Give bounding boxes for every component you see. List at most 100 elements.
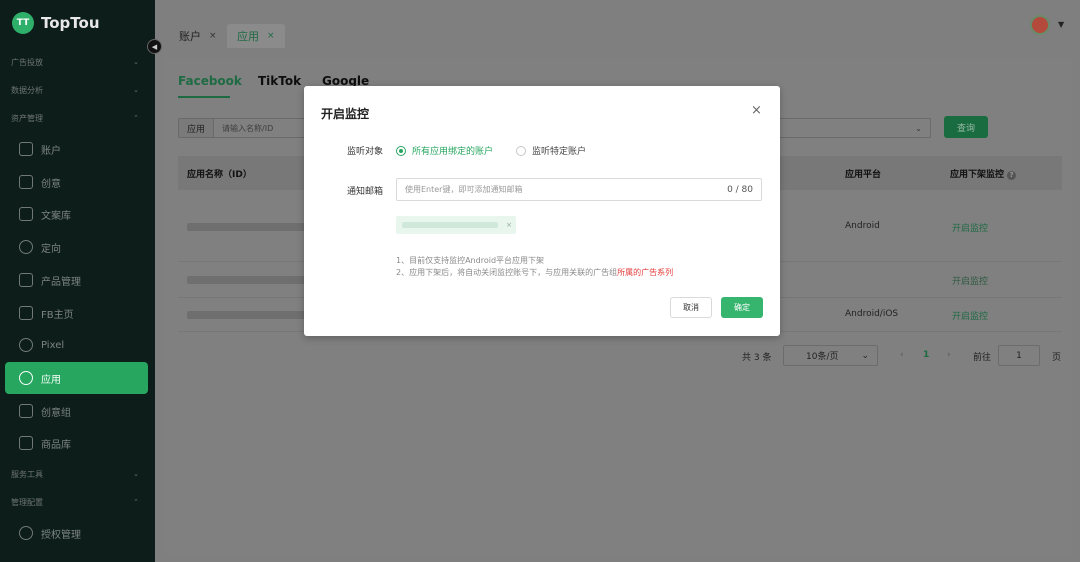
note-line: 1、目前仅支持监控Android平台应用下架 bbox=[396, 256, 545, 265]
menu-group-label: 资产管理 bbox=[11, 113, 43, 123]
email-placeholder: 使用Enter键，即可添加通知邮箱 bbox=[405, 185, 523, 194]
close-icon[interactable]: × bbox=[267, 31, 275, 41]
app-name-redacted bbox=[187, 311, 305, 319]
goto-page-input[interactable]: 1 bbox=[998, 345, 1040, 366]
logo-icon: TT bbox=[12, 12, 34, 34]
platform-tab-facebook[interactable]: Facebook bbox=[178, 74, 242, 88]
sidebar-item-label: 商品库 bbox=[41, 439, 71, 451]
radio-label: 监听特定账户 bbox=[532, 147, 587, 157]
tab-label: 账户 bbox=[179, 30, 201, 43]
sidebar-item-authorization[interactable]: 授权管理 bbox=[5, 517, 148, 549]
copy-library-icon bbox=[19, 207, 33, 221]
close-icon[interactable]: × bbox=[506, 221, 512, 229]
sidebar-collapse-button[interactable]: ◀ bbox=[147, 39, 162, 54]
query-button[interactable]: 查询 bbox=[944, 116, 988, 138]
sidebar-item-pixel[interactable]: Pixel bbox=[5, 329, 148, 361]
tab-label: 应用 bbox=[237, 30, 259, 43]
chevron-down-icon: ⌄ bbox=[133, 58, 139, 66]
sidebar-item-targeting[interactable]: 定向 bbox=[5, 231, 148, 263]
enable-monitor-dialog: 开启监控 × 监听对象 所有应用绑定的账户 监听特定账户 通知邮箱 使用Ente… bbox=[304, 86, 780, 336]
caret-down-icon[interactable]: ▼ bbox=[1058, 20, 1064, 29]
enable-monitor-link[interactable]: 开启监控 bbox=[952, 274, 988, 287]
sidebar-item-account[interactable]: 账户 bbox=[5, 133, 148, 165]
sidebar-item-label: 账户 bbox=[41, 145, 61, 157]
sidebar-item-creative-group[interactable]: 创意组 bbox=[5, 395, 148, 427]
tab-account[interactable]: 账户 × bbox=[169, 24, 227, 48]
active-tab-indicator bbox=[178, 96, 230, 98]
app-icon bbox=[19, 371, 33, 385]
targeting-icon bbox=[19, 240, 33, 254]
sidebar-item-product[interactable]: 产品管理 bbox=[5, 264, 148, 296]
sidebar-item-label: 创意 bbox=[41, 178, 61, 190]
account-icon bbox=[19, 142, 33, 156]
sidebar-item-label: 产品管理 bbox=[41, 276, 81, 288]
sidebar-item-creative[interactable]: 创意 bbox=[5, 166, 148, 198]
note-line: 2、应用下架后，将自动关闭监控账号下，与应用关联的广告组所属的广告系列 bbox=[396, 267, 673, 279]
app-root: TT TopTou 广告投放 ⌄ 数据分析 ⌄ 资产管理 ⌃ 账户 创意 文案库 bbox=[0, 0, 1080, 562]
filter-label: 应用 bbox=[179, 119, 215, 137]
sidebar-item-copy-library[interactable]: 文案库 bbox=[5, 198, 148, 230]
note-text: 2、应用下架后，将自动关闭监控账号下，与应用关联的广告组 bbox=[396, 268, 618, 277]
close-icon[interactable]: × bbox=[209, 31, 217, 41]
menu-group-data-analysis[interactable]: 数据分析 ⌄ bbox=[11, 83, 139, 97]
note-highlight: 所属的广告系列 bbox=[617, 268, 674, 277]
help-icon[interactable]: ? bbox=[1007, 171, 1017, 180]
menu-group-service-tools[interactable]: 服务工具 ⌄ bbox=[11, 467, 139, 481]
platform-cell: Android bbox=[845, 221, 880, 231]
next-page-button[interactable]: › bbox=[947, 350, 951, 360]
enable-monitor-link[interactable]: 开启监控 bbox=[952, 309, 988, 322]
email-counter: 0 / 80 bbox=[727, 184, 753, 195]
dialog-title: 开启监控 bbox=[321, 107, 370, 121]
creative-icon bbox=[19, 175, 33, 189]
avatar[interactable] bbox=[1030, 15, 1050, 35]
sidebar-item-label: 应用 bbox=[41, 374, 61, 386]
radio-label: 所有应用绑定的账户 bbox=[412, 147, 494, 157]
email-label: 通知邮箱 bbox=[347, 187, 384, 197]
menu-group-asset-management[interactable]: 资产管理 ⌃ bbox=[11, 111, 139, 125]
listen-target-label: 监听对象 bbox=[347, 147, 384, 157]
radio-specific-accounts[interactable]: 监听特定账户 bbox=[516, 144, 586, 157]
sidebar-item-label: FB主页 bbox=[41, 309, 74, 321]
menu-group-ad-delivery[interactable]: 广告投放 ⌄ bbox=[11, 55, 139, 69]
search-input[interactable]: 请输入名称/ID bbox=[214, 123, 273, 134]
email-field[interactable]: 使用Enter键，即可添加通知邮箱 0 / 80 bbox=[396, 178, 762, 201]
logo[interactable]: TT TopTou bbox=[12, 12, 100, 34]
column-header-monitor: 应用下架监控? bbox=[950, 167, 1017, 180]
dialog-notes: 1、目前仅支持监控Android平台应用下架 2、应用下架后，将自动关闭监控账号… bbox=[396, 255, 673, 279]
sidebar-item-catalog[interactable]: 商品库 bbox=[5, 427, 148, 459]
column-header-name: 应用名称（ID） bbox=[187, 170, 252, 180]
app-name-redacted bbox=[187, 223, 305, 231]
pixel-icon bbox=[19, 338, 33, 352]
chevron-down-icon: ⌄ bbox=[915, 123, 922, 133]
close-icon[interactable]: × bbox=[751, 103, 762, 118]
chevron-up-icon: ⌃ bbox=[133, 498, 139, 506]
menu-group-label: 管理配置 bbox=[11, 497, 43, 507]
prev-page-button[interactable]: ‹ bbox=[900, 350, 904, 360]
sidebar-item-app[interactable]: 应用 bbox=[5, 362, 148, 394]
enable-monitor-link[interactable]: 开启监控 bbox=[952, 221, 988, 234]
radio-all-bound-accounts[interactable]: 所有应用绑定的账户 bbox=[396, 144, 493, 157]
platform-cell: Android/iOS bbox=[845, 309, 899, 319]
sidebar-item-label: Pixel bbox=[41, 339, 65, 351]
product-icon bbox=[19, 273, 33, 287]
confirm-button[interactable]: 确定 bbox=[721, 297, 763, 318]
filter-select[interactable]: ⌄ bbox=[754, 118, 931, 138]
sidebar-item-label: 创意组 bbox=[41, 407, 71, 419]
cancel-button[interactable]: 取消 bbox=[670, 297, 712, 318]
chevron-up-icon: ⌃ bbox=[133, 114, 139, 122]
pagination-total: 共 3 条 bbox=[742, 353, 772, 363]
app-name-redacted bbox=[187, 276, 305, 284]
fb-page-icon bbox=[19, 306, 33, 320]
creative-group-icon bbox=[19, 404, 33, 418]
platform-tab-tiktok[interactable]: TikTok bbox=[258, 74, 301, 88]
goto-unit: 页 bbox=[1052, 353, 1062, 363]
menu-group-management[interactable]: 管理配置 ⌃ bbox=[11, 495, 139, 509]
sidebar: TT TopTou 广告投放 ⌄ 数据分析 ⌄ 资产管理 ⌃ 账户 创意 文案库 bbox=[0, 0, 155, 562]
page-size-select[interactable]: 10条/页 ⌄ bbox=[783, 345, 878, 366]
column-header-label: 应用下架监控 bbox=[950, 170, 1005, 180]
sidebar-item-fb-page[interactable]: FB主页 bbox=[5, 297, 148, 329]
radio-unchecked-icon bbox=[516, 145, 526, 156]
tab-app[interactable]: 应用 × bbox=[227, 24, 285, 48]
current-page[interactable]: 1 bbox=[923, 350, 929, 360]
page-size-value: 10条/页 bbox=[806, 352, 839, 362]
